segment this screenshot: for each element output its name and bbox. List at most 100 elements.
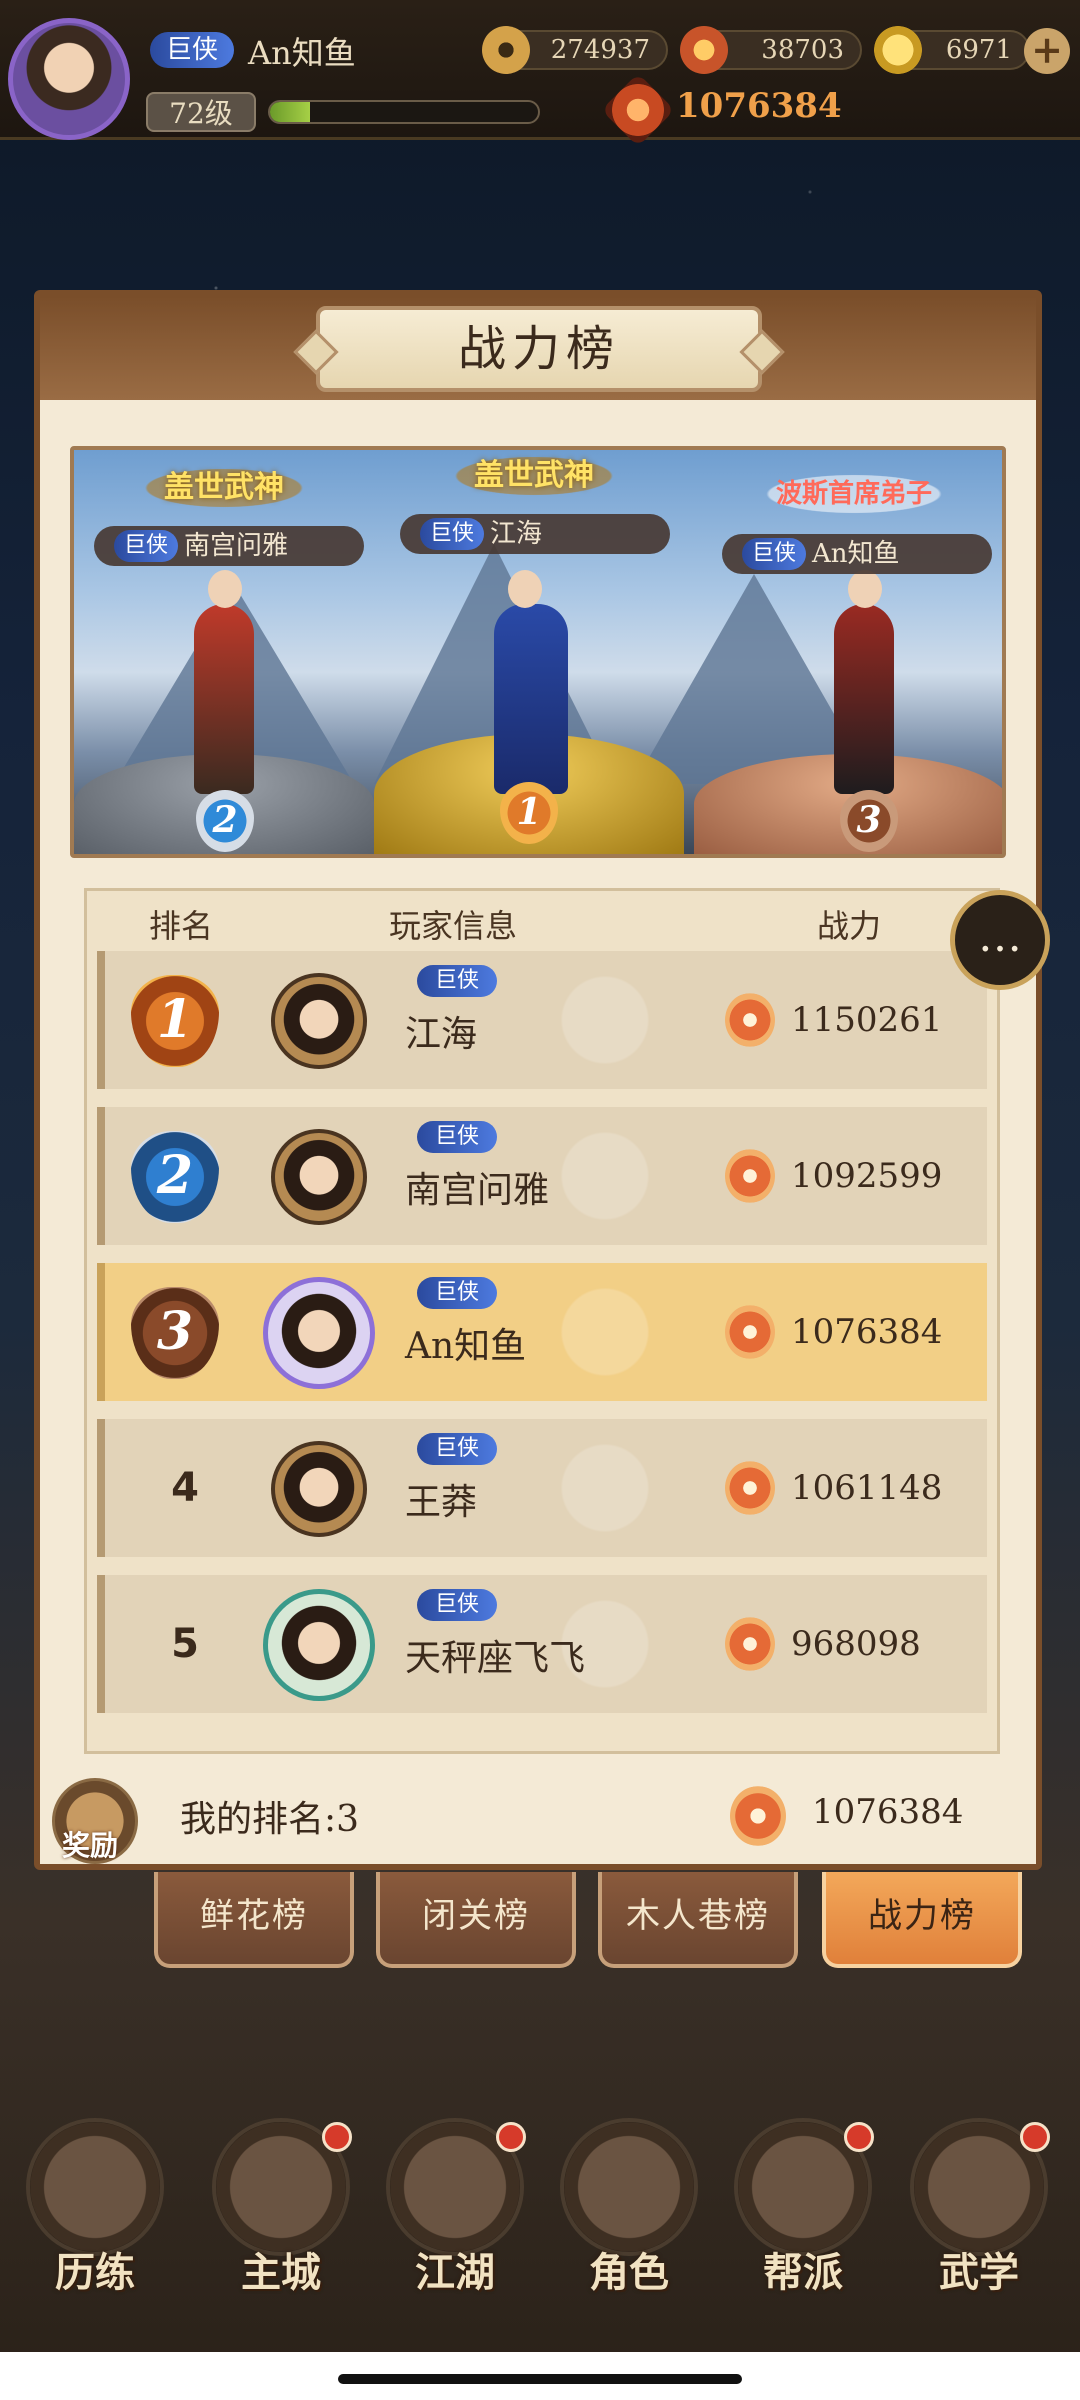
podium-name-first: 江海 [490,519,543,549]
player-title-badge: 巨侠 [150,32,234,68]
character-head [208,570,242,608]
power-icon [725,1305,775,1359]
header-power: 战力 [817,907,882,945]
player-level: 72级 [146,92,256,132]
power-value: 968098 [791,1624,921,1664]
power-icon [725,993,775,1047]
row-pattern [525,1263,685,1401]
gold-icon [874,26,922,74]
rank-medal-bronze: 3 [131,1287,219,1379]
power-icon [730,1786,786,1846]
tab-flower-ranking[interactable]: 鲜花榜 [154,1872,354,1968]
tab-power-ranking[interactable]: 战力榜 [822,1872,1022,1968]
nav-jianghu[interactable]: 江湖 [370,2118,540,2308]
player-name: 江海 [405,1014,478,1055]
rank-medal-gold: 1 [131,975,219,1067]
title-badge: 巨侠 [417,1433,497,1465]
top-status-bar: 巨侠 An知鱼 72级 274937 38703 6971 + 1076384 [0,0,1080,147]
player-name: 王莽 [405,1482,478,1523]
training-icon [26,2118,164,2256]
row-pattern [525,1419,685,1557]
header-rank: 排名 [149,907,214,945]
notification-dot [322,2122,352,2152]
podium-title-third: 波斯首席弟子 [754,472,954,516]
table-row[interactable]: 4 巨侠 王莽 1061148 [97,1419,987,1557]
character-second[interactable] [194,570,254,794]
power-value: 1150261 [791,1000,943,1040]
nav-label: 主城 [241,2249,321,2296]
nav-character[interactable]: 角色 [544,2118,714,2308]
reward-label[interactable]: 奖励 [62,1824,118,1864]
ranking-table: 排名 玩家信息 战力 1 巨侠 江海 1150261 2 巨侠 南宫问雅 109… [84,888,1000,1754]
power-value: 1092599 [791,1156,943,1196]
coin-value: 274937 [550,35,650,65]
header-player-info: 玩家信息 [389,907,518,945]
gold-value: 6971 [945,35,1012,65]
row-pattern [525,951,685,1089]
gold-resource: 6971 [874,26,1030,74]
top-three-podium: 盖世武神 盖世武神 波斯首席弟子 巨侠 南宫问雅 巨侠 江海 巨侠 An知鱼 2… [70,446,1006,858]
podium-player-first[interactable]: 巨侠 江海 [400,514,670,554]
my-power-value: 1076384 [812,1792,964,1832]
nav-label: 江湖 [415,2249,495,2296]
character-first[interactable] [494,570,568,794]
character-head [508,570,542,608]
avatar[interactable] [263,1589,375,1701]
player-avatar[interactable] [8,18,130,140]
coin-resource: 274937 [482,26,668,74]
power-icon [725,1461,775,1515]
character-icon [560,2118,698,2256]
top-power-value: 1076384 [676,86,842,126]
panel-header: 战力榜 [40,296,1036,400]
player-name: An知鱼 [248,34,356,72]
table-row[interactable]: 5 巨侠 天秤座飞飞 968098 [97,1575,987,1713]
power-gem-icon [601,73,675,147]
title-badge: 巨侠 [417,965,497,997]
home-indicator[interactable] [338,2374,742,2384]
podium-player-second[interactable]: 巨侠 南宫问雅 [94,526,364,566]
power-icon [725,1617,775,1671]
avatar[interactable] [271,1441,367,1537]
title-badge: 巨侠 [417,1589,497,1621]
avatar[interactable] [263,1277,375,1389]
power-icon [725,1149,775,1203]
nav-martial-arts[interactable]: 武学 [894,2118,1064,2308]
nav-label: 武学 [939,2249,1019,2296]
ingot-value: 38703 [761,35,844,65]
avatar[interactable] [271,973,367,1069]
nav-guild[interactable]: 帮派 [718,2118,888,2308]
power-value: 1061148 [791,1468,943,1508]
title-badge: 巨侠 [417,1121,497,1153]
character-head [848,570,882,608]
table-row[interactable]: 1 巨侠 江海 1150261 [97,951,987,1089]
player-name: An知鱼 [405,1326,527,1367]
add-gold-button[interactable]: + [1024,28,1070,74]
notification-dot [496,2122,526,2152]
nav-training[interactable]: 历练 [10,2118,180,2308]
table-row[interactable]: 2 巨侠 南宫问雅 1092599 [97,1107,987,1245]
title-badge: 巨侠 [417,1277,497,1309]
chat-icon: … [978,911,1022,962]
nav-label: 帮派 [763,2249,843,2296]
avatar[interactable] [271,1129,367,1225]
experience-bar-fill [270,102,311,122]
character-third[interactable] [834,570,894,794]
table-row-self[interactable]: 3 巨侠 An知鱼 1076384 [97,1263,987,1401]
rank-number: 4 [171,1465,199,1511]
panel-title: 战力榜 [316,306,762,392]
experience-bar [268,100,540,124]
notification-dot [1020,2122,1050,2152]
coin-icon [482,26,530,74]
ranking-panel: 战力榜 盖世武神 盖世武神 波斯首席弟子 巨侠 南宫问雅 巨侠 江海 巨侠 An… [34,290,1042,1870]
notification-dot [844,2122,874,2152]
chat-bubble-button[interactable]: … [950,890,1050,990]
my-rank-footer: 奖励 我的排名:3 1076384 [40,1766,1036,1866]
podium-badge-first: 巨侠 [420,518,484,550]
podium-name-second: 南宫问雅 [184,531,289,561]
nav-label: 角色 [589,2249,669,2296]
tab-seclusion-ranking[interactable]: 闭关榜 [376,1872,576,1968]
podium-player-third[interactable]: 巨侠 An知鱼 [722,534,992,574]
tab-wooden-man-ranking[interactable]: 木人巷榜 [598,1872,798,1968]
nav-main-city[interactable]: 主城 [196,2118,366,2308]
player-name: 天秤座飞飞 [405,1638,586,1679]
